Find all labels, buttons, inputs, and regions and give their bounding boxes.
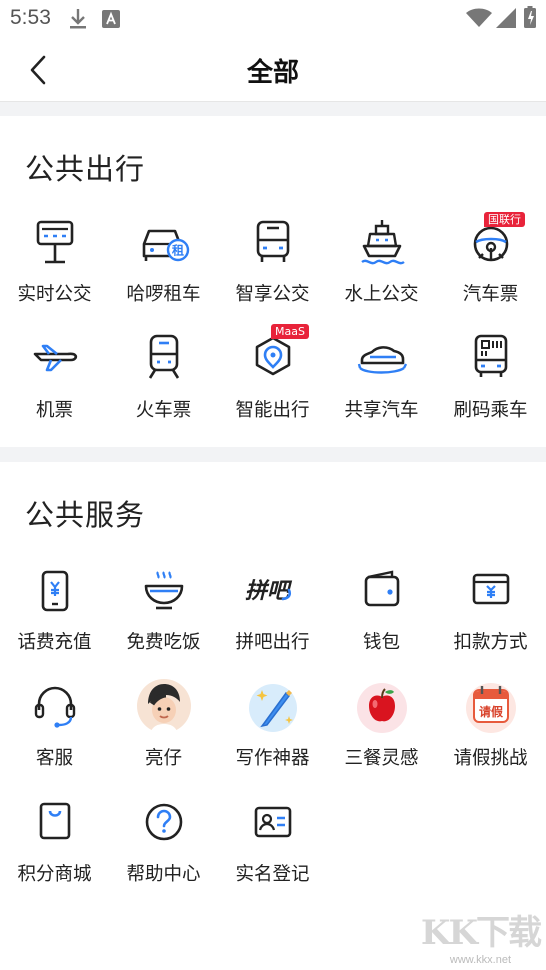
status-bar: 5:53	[0, 0, 546, 38]
item-label: 积分商城	[17, 864, 92, 885]
item-phone-recharge[interactable]: 话费充值	[0, 562, 109, 662]
text-a-icon	[102, 10, 120, 32]
item-label: 火车票	[135, 400, 192, 421]
item-label: 帮助中心	[126, 864, 201, 885]
item-scan-ride[interactable]: 刷码乘车	[436, 330, 545, 430]
bus-icon	[245, 214, 301, 270]
item-meal-inspiration[interactable]: 三餐灵感	[327, 678, 436, 778]
item-label: 智能出行	[235, 400, 310, 421]
item-water-bus[interactable]: 水上公交	[327, 214, 436, 314]
item-shared-car[interactable]: 共享汽车	[327, 330, 436, 430]
status-time: 5:53	[10, 6, 51, 29]
qr-bus-icon	[463, 330, 519, 386]
item-real-name[interactable]: 实名登记	[218, 794, 327, 894]
item-help-center[interactable]: 帮助中心	[109, 794, 218, 894]
ferry-icon	[354, 214, 410, 270]
item-label: 共享汽车	[344, 400, 419, 421]
item-car-rental[interactable]: 租 哈啰租车	[109, 214, 218, 314]
item-label: 智享公交	[235, 284, 310, 305]
airplane-icon	[27, 330, 83, 386]
item-label: 客服	[35, 748, 73, 769]
signal-icon	[496, 8, 516, 32]
section-title: 公共出行	[25, 152, 146, 186]
section-title: 公共服务	[25, 498, 146, 532]
car-rental-icon: 租	[136, 214, 192, 270]
item-free-meal[interactable]: 免费吃饭	[109, 562, 218, 662]
payment-card-icon	[463, 562, 519, 618]
calendar-icon: 请假	[463, 678, 519, 734]
section-public-travel: 公共出行 实时公交 租 哈啰租车 智享公交 水上公交 国联行 汽车票 机票 火车…	[0, 116, 546, 447]
item-bus-ticket[interactable]: 国联行 汽车票	[436, 212, 545, 314]
download-icon	[68, 7, 88, 35]
item-label: 拼吧出行	[235, 632, 310, 653]
item-label: 写作神器	[235, 748, 310, 769]
item-writing-tool[interactable]: 写作神器	[218, 678, 327, 778]
item-badge: MaaS	[271, 324, 309, 339]
section-public-services: 公共服务 话费充值 免费吃饭 拼吧 拼吧出行 钱包 扣款方式 客服 亮仔 写作神…	[0, 462, 546, 970]
item-label: 实名登记	[235, 864, 310, 885]
item-customer-service[interactable]: 客服	[0, 678, 109, 778]
pen-sparkle-icon	[245, 678, 301, 734]
item-label: 钱包	[362, 632, 400, 653]
avatar-icon	[136, 678, 192, 734]
svg-text:租: 租	[171, 244, 183, 258]
item-label: 亮仔	[144, 748, 182, 769]
id-card-icon	[245, 794, 301, 850]
battery-icon	[524, 6, 536, 32]
watermark-logo: KK下载 www.kkx.net	[420, 905, 542, 966]
item-label: 哈啰租车	[126, 284, 201, 305]
item-leave-challenge[interactable]: 请假 请假挑战	[436, 678, 545, 778]
item-points-mall[interactable]: 积分商城	[0, 794, 109, 894]
item-train-ticket[interactable]: 火车票	[109, 330, 218, 430]
navigation-header: 全部	[0, 38, 546, 102]
item-label: 话费充值	[17, 632, 92, 653]
item-pinba-travel[interactable]: 拼吧 拼吧出行	[218, 562, 327, 662]
item-smart-travel[interactable]: MaaS 智能出行	[218, 324, 327, 430]
wifi-icon	[466, 8, 492, 32]
svg-text:请假: 请假	[478, 704, 503, 719]
item-label: 水上公交	[344, 284, 419, 305]
watermark-text: KK下载	[420, 913, 542, 953]
pinba-logo-icon: 拼吧	[245, 562, 301, 618]
bowl-icon	[136, 562, 192, 618]
shared-car-icon	[354, 330, 410, 386]
bus-stop-icon	[27, 214, 83, 270]
train-icon	[136, 330, 192, 386]
item-label: 请假挑战	[453, 748, 528, 769]
item-badge: 国联行	[484, 212, 525, 227]
item-liangzai[interactable]: 亮仔	[109, 678, 218, 778]
help-icon	[136, 794, 192, 850]
headset-icon	[27, 678, 83, 734]
item-label: 免费吃饭	[126, 632, 201, 653]
shopping-bag-icon	[27, 794, 83, 850]
page-title: 全部	[246, 58, 299, 88]
watermark-url: www.kkx.net	[449, 954, 512, 966]
item-label: 实时公交	[17, 284, 92, 305]
item-label: 扣款方式	[453, 632, 528, 653]
item-smart-bus[interactable]: 智享公交	[218, 214, 327, 314]
phone-recharge-icon	[27, 562, 83, 618]
wallet-icon	[354, 562, 410, 618]
item-payment-method[interactable]: 扣款方式	[436, 562, 545, 662]
item-label: 三餐灵感	[344, 748, 419, 769]
apple-icon	[354, 678, 410, 734]
item-flight[interactable]: 机票	[0, 330, 109, 430]
item-label: 机票	[35, 400, 73, 421]
item-label: 刷码乘车	[453, 400, 528, 421]
item-realtime-bus[interactable]: 实时公交	[0, 214, 109, 314]
svg-text:拼吧: 拼吧	[245, 579, 293, 604]
item-wallet[interactable]: 钱包	[327, 562, 436, 662]
item-label: 汽车票	[462, 284, 519, 305]
